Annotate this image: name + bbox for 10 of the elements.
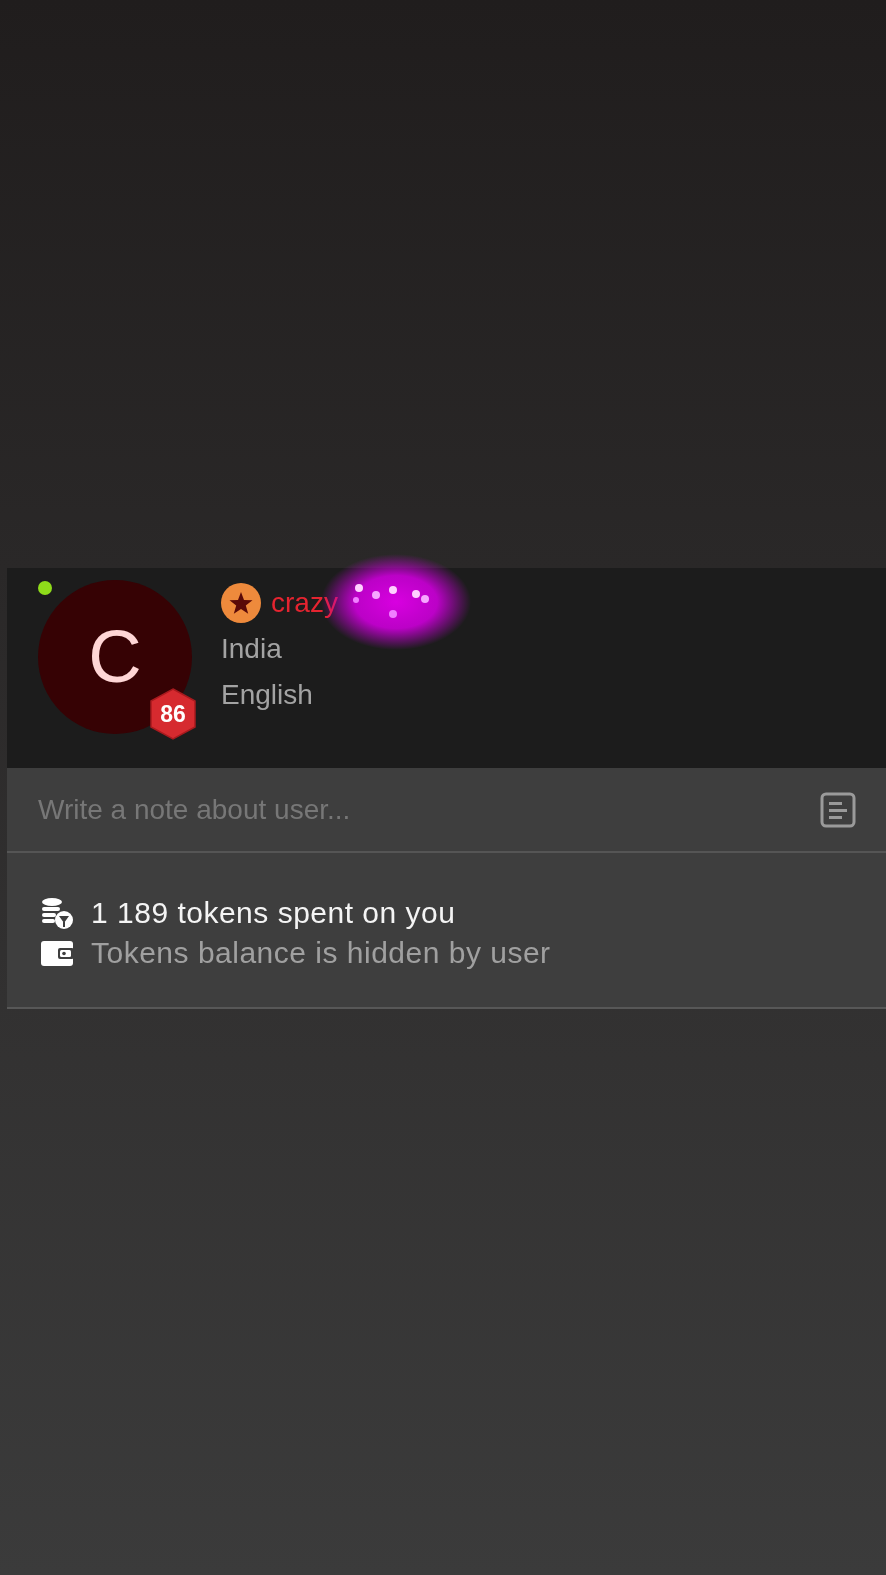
country: India (221, 632, 283, 666)
coins-icon (40, 896, 74, 930)
note-icon[interactable] (820, 791, 856, 828)
level-badge: 86 (149, 688, 197, 740)
note-field[interactable]: Write a note about user... (7, 768, 886, 853)
language: English (221, 678, 314, 712)
tokens-spent: 1 189 tokens spent on you (91, 896, 456, 930)
note-input[interactable]: Write a note about user... (36, 792, 820, 827)
tokens-balance-note: Tokens balance is hidden by user (91, 936, 551, 970)
username: crazy (271, 587, 338, 619)
